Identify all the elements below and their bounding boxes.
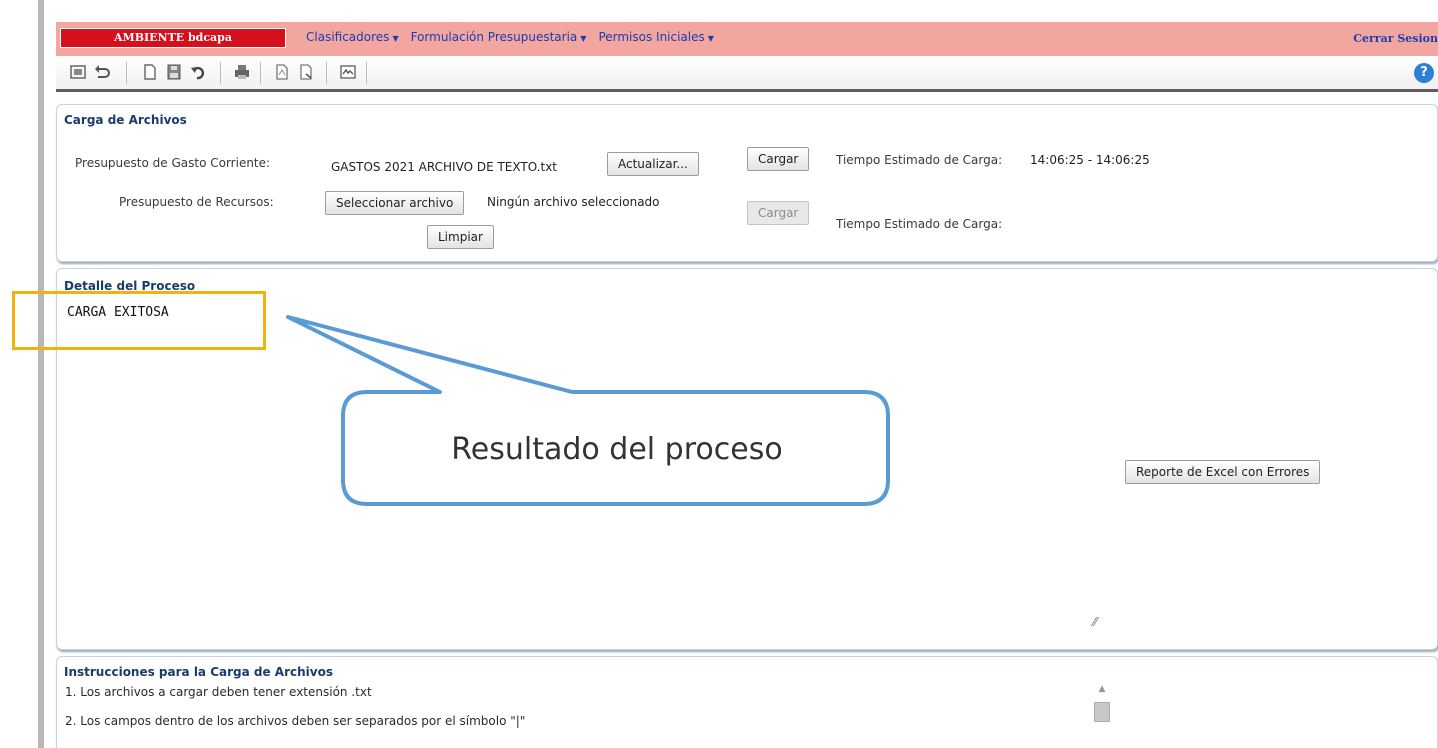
- callout-text: Resultado del proceso: [451, 432, 783, 467]
- callout-bubble: [286, 315, 890, 506]
